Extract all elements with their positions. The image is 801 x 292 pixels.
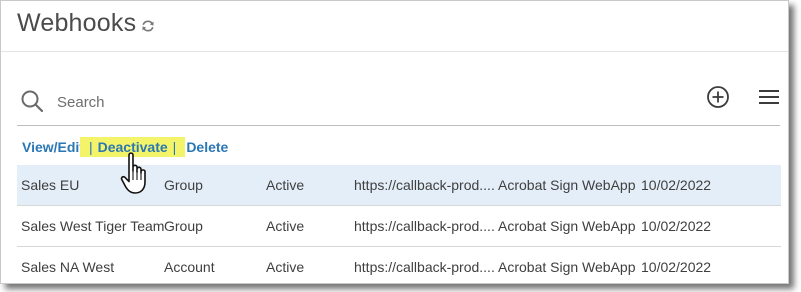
search-input[interactable]: [55, 89, 459, 115]
webhook-date: 10/02/2022: [641, 177, 712, 193]
action-separator: |: [172, 139, 177, 155]
webhook-application: Acrobat Sign WebApp: [498, 218, 636, 234]
webhook-scope: Group: [164, 218, 203, 234]
search-icon: [21, 90, 44, 113]
webhook-scope: Group: [164, 177, 203, 193]
add-circle-icon[interactable]: [706, 85, 730, 109]
page-title: Webhooks: [17, 9, 137, 37]
webhook-status: Active: [266, 177, 305, 193]
table-row[interactable]: Sales West Tiger Team Group Active https…: [17, 206, 781, 247]
refresh-icon[interactable]: [140, 18, 156, 34]
webhook-url: https://callback-prod....: [354, 177, 495, 193]
webhook-application: Acrobat Sign WebApp: [498, 177, 636, 193]
delete-link[interactable]: Delete: [186, 139, 228, 155]
webhook-status: Active: [266, 259, 305, 275]
webhooks-panel: Webhooks View/Edit | Deactivate: [0, 0, 789, 284]
table-row[interactable]: Sales NA West Account Active https://cal…: [17, 247, 781, 283]
webhook-date: 10/02/2022: [641, 259, 712, 275]
webhook-scope: Account: [164, 259, 215, 275]
page-header: Webhooks: [1, 1, 788, 52]
webhook-date: 10/02/2022: [641, 218, 712, 234]
search-bar: [17, 79, 780, 126]
hamburger-menu-icon[interactable]: [758, 88, 780, 106]
webhook-name: Sales EU: [21, 177, 80, 193]
webhook-name: Sales NA West: [21, 259, 115, 275]
view-edit-link[interactable]: View/Edit: [22, 139, 84, 155]
webhook-name: Sales West Tiger Team: [21, 218, 165, 234]
webhook-url: https://callback-prod....: [354, 218, 495, 234]
webhook-application: Acrobat Sign WebApp: [498, 259, 636, 275]
webhook-status: Active: [266, 218, 305, 234]
webhook-url: https://callback-prod....: [354, 259, 495, 275]
hand-pointer-cursor-icon: [120, 152, 146, 194]
action-separator: |: [88, 139, 93, 155]
